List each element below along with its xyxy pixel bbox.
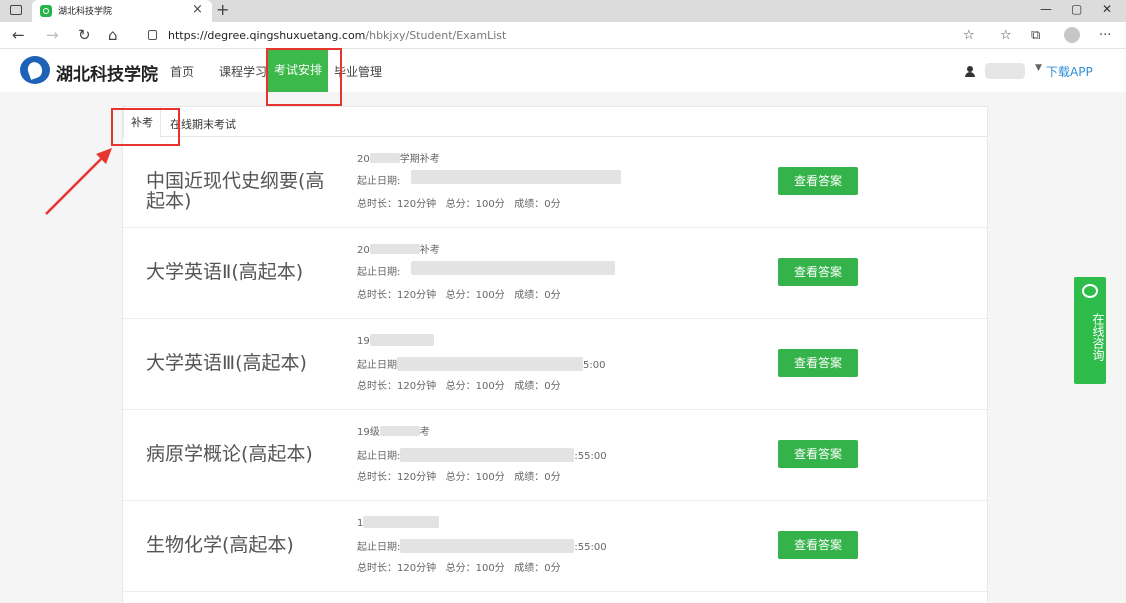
view-answer-button[interactable]: 查看答案 xyxy=(778,440,858,468)
refresh-icon[interactable]: ↻ xyxy=(78,26,91,44)
forward-icon[interactable]: → xyxy=(46,26,59,44)
username-blurred[interactable] xyxy=(985,63,1025,79)
new-tab-icon[interactable]: + xyxy=(216,0,229,19)
headset-icon xyxy=(1082,284,1098,298)
browser-tab-bar: 湖北科技学院 × + — ▢ ✕ xyxy=(0,0,1126,22)
course-name: 大学英语Ⅲ(高起本) xyxy=(146,352,307,374)
exam-date: 起止日期::55:00 xyxy=(357,536,607,553)
download-app-link[interactable]: 下载APP xyxy=(1046,63,1093,80)
course-name: 大学英语Ⅱ(高起本) xyxy=(146,261,304,283)
exam-term: 1 xyxy=(357,514,440,529)
exam-list-card: 补考 在线期末考试 中国近现代史纲要(高起本) 20 学期补考 起止日期: 总时长… xyxy=(122,106,988,603)
page-scrollbar[interactable] xyxy=(1116,92,1126,603)
exam-stats: 总时长：120分钟 总分：100分 成绩：0分 xyxy=(357,381,561,392)
back-icon[interactable]: ← xyxy=(12,26,25,44)
exam-row: 大学英语Ⅱ(高起本) 20 补考 起止日期: 总时长：120分钟 总分：100分 … xyxy=(123,228,987,319)
exam-stats: 总时长：120分钟 总分：100分 成绩：0分 xyxy=(357,199,561,210)
exam-term: 20 学期补考 xyxy=(357,153,440,165)
school-logo-icon xyxy=(20,56,50,84)
exam-date: 起止日期: xyxy=(357,176,401,187)
exam-row: 中国近现代史纲要(高起本) 20 学期补考 起止日期: 总时长：120分钟 总分：… xyxy=(123,137,987,228)
date-blurred xyxy=(411,261,615,275)
favorites-list-icon[interactable]: ☆ xyxy=(1000,28,1012,43)
exam-date: 起止日期 5:00 xyxy=(357,354,605,371)
exam-tabs: 补考 在线期末考试 xyxy=(123,107,987,138)
view-answer-button[interactable]: 查看答案 xyxy=(778,349,858,377)
address-bar-row: ← → ↻ ⌂ https://degree.qingshuxuetang.co… xyxy=(0,22,1126,49)
annotation-box-exam-nav xyxy=(266,48,342,106)
exam-stats: 总时长：120分钟 总分：100分 成绩：0分 xyxy=(357,563,561,574)
school-name: 湖北科技学院 xyxy=(56,65,158,85)
browser-tab-title: 湖北科技学院 xyxy=(58,7,113,17)
annotation-arrow-icon xyxy=(45,148,112,215)
home-icon[interactable]: ⌂ xyxy=(108,26,118,44)
exam-stats: 总时长：120分钟 总分：100分 成绩：0分 xyxy=(357,290,561,301)
exam-row: 大学英语Ⅲ(高起本) 19 起止日期 5:00 总时长：120分钟 总分：100分… xyxy=(123,319,987,410)
online-consult-button[interactable]: 在线咨询 xyxy=(1074,277,1106,384)
site-favicon-icon xyxy=(40,5,52,17)
annotation-box-makeup-tab xyxy=(111,108,180,146)
exam-term: 19级考 xyxy=(357,426,430,438)
course-name: 病原学概论(高起本) xyxy=(146,443,313,465)
site-header: 湖北科技学院 首页 课程学习 考试安排 毕业管理 ▼ 下载APP xyxy=(0,49,1126,92)
minimize-icon[interactable]: — xyxy=(1040,2,1052,16)
collections-icon[interactable]: ⧉ xyxy=(1031,28,1040,43)
view-answer-button[interactable]: 查看答案 xyxy=(778,167,858,195)
tab-actions-icon[interactable] xyxy=(10,5,22,15)
exam-date: 起止日期::55:00 xyxy=(357,445,607,462)
exam-row: 生物化学(高起本) 1 起止日期::55:00 总时长：120分钟 总分：100… xyxy=(123,501,987,592)
lock-icon xyxy=(148,30,157,40)
favorite-star-icon[interactable]: ☆ xyxy=(963,28,975,43)
close-tab-icon[interactable]: × xyxy=(192,2,203,17)
exam-term: 19 xyxy=(357,332,434,347)
browser-tab[interactable]: 湖北科技学院 × xyxy=(32,0,212,22)
restore-icon[interactable]: ▢ xyxy=(1071,2,1082,16)
chevron-down-icon[interactable]: ▼ xyxy=(1035,63,1042,73)
exam-date: 起止日期: xyxy=(357,267,401,278)
exam-term: 20 补考 xyxy=(357,244,440,256)
view-answer-button[interactable]: 查看答案 xyxy=(778,531,858,559)
date-blurred xyxy=(411,170,621,184)
course-name: 中国近现代史纲要(高起本) xyxy=(146,170,325,212)
view-answer-button[interactable]: 查看答案 xyxy=(778,258,858,286)
profile-avatar[interactable] xyxy=(1064,27,1080,43)
course-name: 生物化学(高起本) xyxy=(146,534,294,556)
nav-course-study[interactable]: 课程学习 xyxy=(219,63,267,80)
url-text: https://degree.qingshuxuetang.com/hbkjxy… xyxy=(168,29,507,42)
exam-row: 病原学概论(高起本) 19级考 起止日期::55:00 总时长：120分钟 总分… xyxy=(123,410,987,501)
url-field[interactable]: https://degree.qingshuxuetang.com/hbkjxy… xyxy=(138,25,978,46)
nav-home[interactable]: 首页 xyxy=(170,63,194,80)
online-consult-label: 在线咨询 xyxy=(1091,313,1105,361)
more-menu-icon[interactable]: ··· xyxy=(1099,28,1111,43)
close-window-icon[interactable]: ✕ xyxy=(1102,2,1112,16)
user-icon[interactable] xyxy=(965,66,975,77)
exam-stats: 总时长：120分钟 总分：100分 成绩：0分 xyxy=(357,472,561,483)
